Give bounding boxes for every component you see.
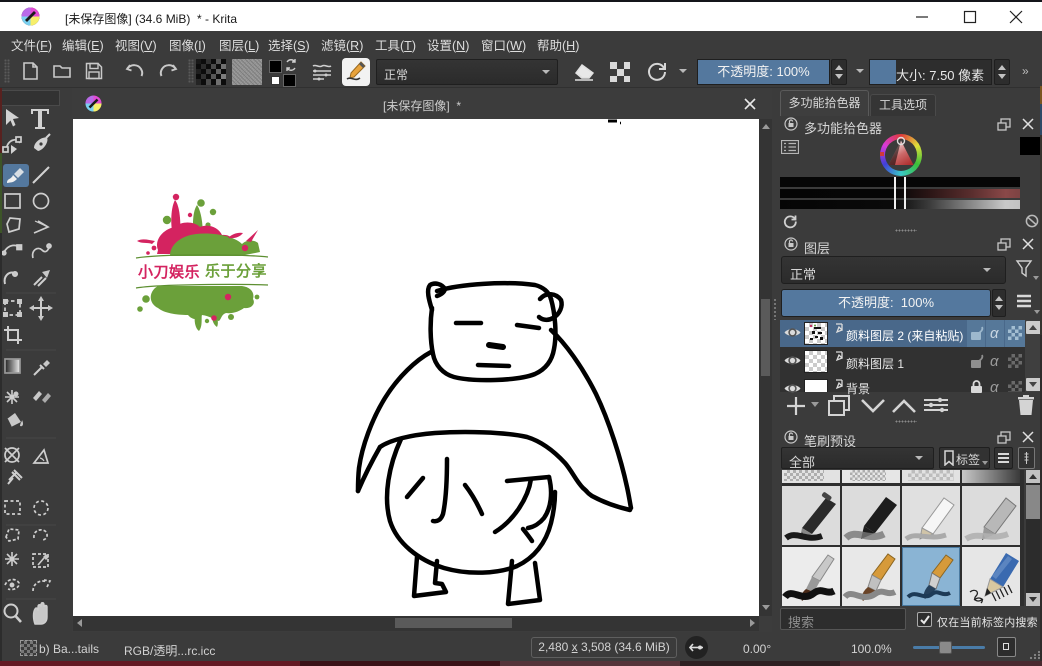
svg-text:乐于分享: 乐于分享 [205,262,267,280]
svg-text:小刀娱乐: 小刀娱乐 [138,263,200,281]
